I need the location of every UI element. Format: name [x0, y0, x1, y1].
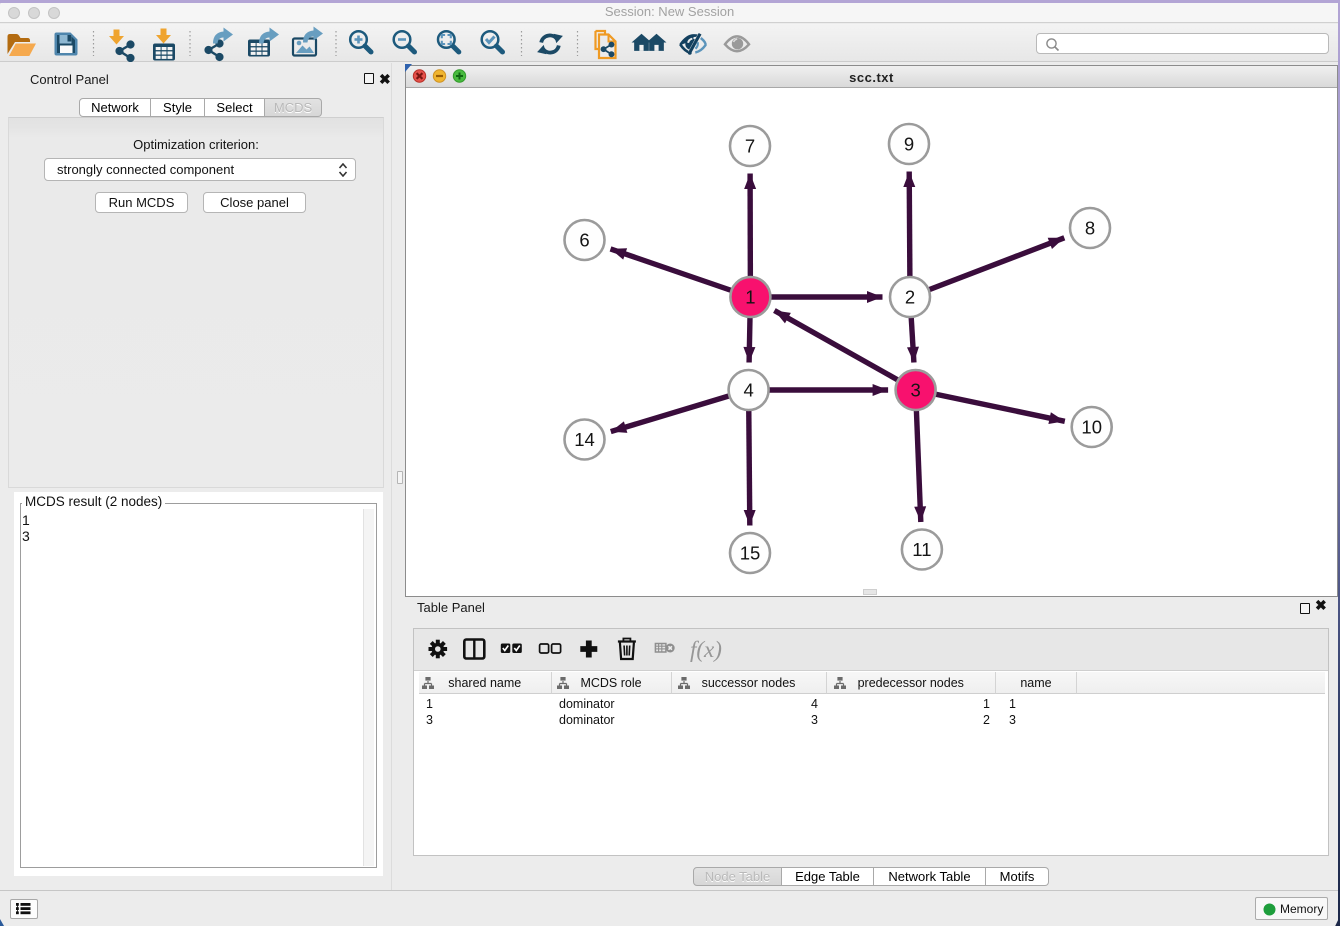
svg-text:9: 9 [904, 134, 914, 155]
svg-text:11: 11 [912, 539, 931, 560]
svg-text:15: 15 [740, 543, 761, 564]
svg-text:4: 4 [743, 380, 753, 401]
svg-text:14: 14 [574, 429, 595, 450]
svg-text:7: 7 [745, 136, 755, 157]
svg-text:10: 10 [1081, 417, 1102, 438]
svg-text:2: 2 [905, 287, 915, 308]
svg-text:3: 3 [910, 380, 920, 401]
svg-text:6: 6 [579, 230, 589, 251]
svg-text:f(x): f(x) [690, 637, 722, 662]
svg-text:1: 1 [745, 287, 755, 308]
svg-text:8: 8 [1085, 218, 1095, 239]
